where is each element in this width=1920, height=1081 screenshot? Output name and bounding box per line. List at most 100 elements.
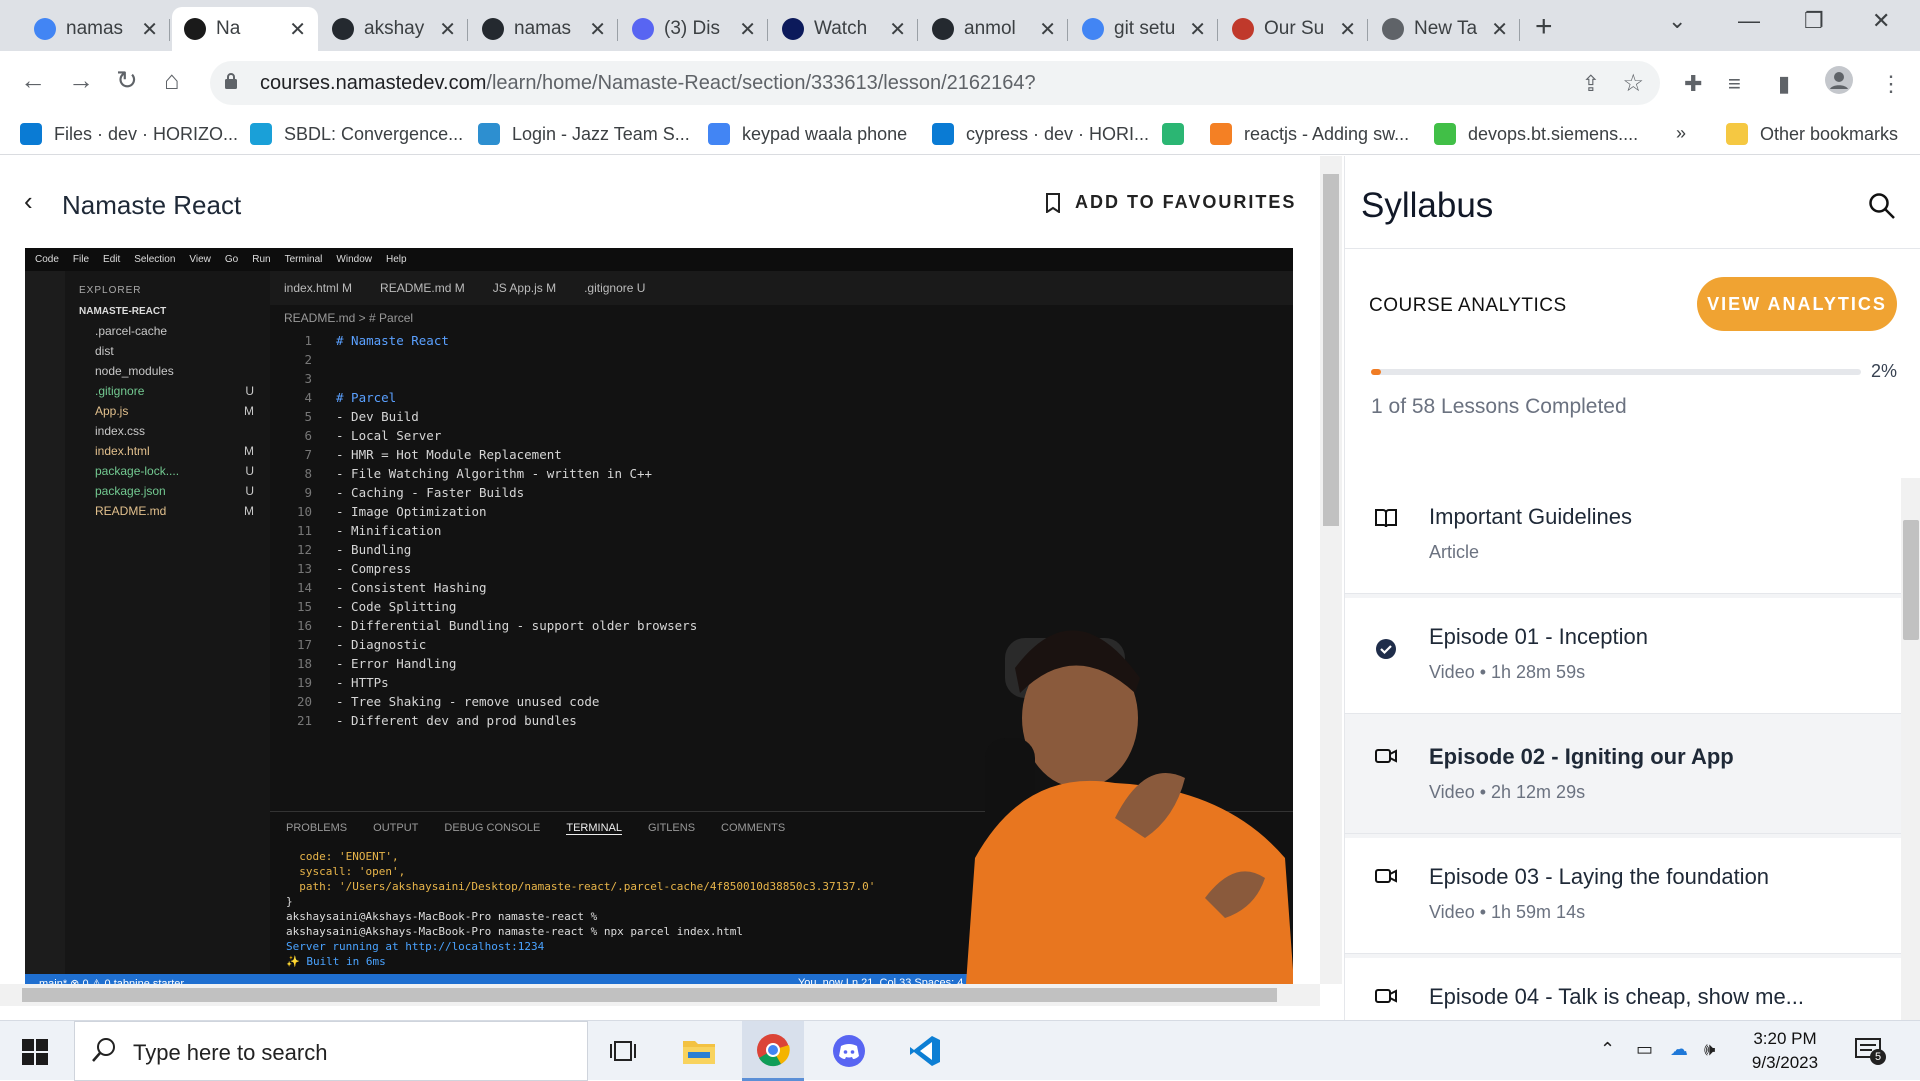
new-tab-button[interactable]: + xyxy=(1535,10,1553,44)
close-tab-icon[interactable]: ✕ xyxy=(1339,17,1356,42)
scrollbar-thumb[interactable] xyxy=(1323,174,1339,526)
extensions-icon[interactable]: ✚ xyxy=(1684,71,1702,97)
bookmark-item[interactable]: Files · dev · HORIZO... xyxy=(20,123,238,145)
windows-start-icon[interactable] xyxy=(22,1039,48,1065)
lesson-item[interactable]: Important Guidelines Article xyxy=(1345,478,1901,594)
lesson-item[interactable]: Episode 04 - Talk is cheap, show me... xyxy=(1345,958,1901,1020)
explorer-file: node_modules xyxy=(65,361,270,381)
close-tab-icon[interactable]: ✕ xyxy=(1039,17,1056,42)
tab-label: Our Su xyxy=(1264,18,1325,39)
browser-tab[interactable]: New Ta ✕ xyxy=(1370,7,1520,51)
chrome-menu-icon[interactable]: ⋮ xyxy=(1880,71,1902,97)
chevron-left-icon[interactable]: ‹ xyxy=(24,186,33,217)
bookmark-item[interactable]: Other bookmarks xyxy=(1726,123,1898,145)
code-line: 8 - File Watching Algorithm - written in … xyxy=(270,464,697,483)
back-icon[interactable]: ← xyxy=(20,65,46,96)
forward-icon[interactable]: → xyxy=(68,65,94,96)
bookmark-item[interactable]: keypad waala phone xyxy=(708,123,907,145)
lesson-item[interactable]: Episode 01 - Inception Video • 1h 28m 59s xyxy=(1345,598,1901,714)
browser-tab[interactable]: akshay ✕ xyxy=(320,7,468,51)
video-player[interactable]: Code File Edit Selection View Go Run Terminal Wi… xyxy=(25,248,1293,992)
view-analytics-button[interactable]: VIEW ANALYTICS xyxy=(1697,277,1897,331)
bookmark-item[interactable]: cypress · dev · HORI... xyxy=(932,123,1149,145)
file-explorer-icon[interactable] xyxy=(668,1021,730,1081)
line-number: 12 xyxy=(296,542,312,557)
course-title[interactable]: Namaste React xyxy=(62,190,241,221)
vscode-taskbar-icon[interactable] xyxy=(894,1021,956,1081)
bookmark-item[interactable] xyxy=(1162,123,1196,145)
close-tab-icon[interactable]: ✕ xyxy=(589,17,606,42)
code-line: 6 - Local Server xyxy=(270,426,697,445)
profile-avatar-icon[interactable] xyxy=(1824,65,1854,101)
close-tab-icon[interactable]: ✕ xyxy=(439,17,456,42)
code-line: 11 - Minification xyxy=(270,521,697,540)
bookmark-item[interactable]: devops.bt.siemens.... xyxy=(1434,123,1638,145)
progress-bar xyxy=(1371,369,1861,375)
taskbar-search-box[interactable]: Type here to search xyxy=(74,1021,588,1081)
media-control-icon[interactable]: ≡ xyxy=(1728,71,1741,97)
code-text: - Compress xyxy=(336,561,412,576)
bookmark-item[interactable]: SBDL: Convergence... xyxy=(250,123,463,145)
tray-chevron-icon[interactable]: ⌃ xyxy=(1600,1039,1615,1060)
minimize-icon[interactable]: — xyxy=(1738,8,1760,34)
presenter-image xyxy=(965,630,1293,992)
bookmark-item[interactable]: reactjs - Adding sw... xyxy=(1210,123,1409,145)
tab-search-icon[interactable]: ⌄ xyxy=(1668,8,1686,34)
lesson-list: Important Guidelines Article Episode 01 - … xyxy=(1345,478,1901,1020)
close-tab-icon[interactable]: ✕ xyxy=(289,17,306,42)
reload-icon[interactable]: ↻ xyxy=(116,65,138,96)
tab-label: Na xyxy=(216,18,241,39)
bookmark-label: devops.bt.siemens.... xyxy=(1468,123,1639,144)
onedrive-icon[interactable]: ☁ xyxy=(1670,1039,1688,1060)
share-icon[interactable]: ⇪ xyxy=(1582,71,1600,97)
tab-label: New Ta xyxy=(1414,18,1478,39)
close-tab-icon[interactable]: ✕ xyxy=(1189,17,1206,42)
battery-icon[interactable]: ▭ xyxy=(1636,1039,1653,1060)
namaste-icon xyxy=(184,18,206,40)
s-circle-icon xyxy=(1162,123,1184,145)
tab-label: git setu xyxy=(1114,18,1176,39)
scrollbar-thumb[interactable] xyxy=(1903,520,1919,640)
lesson-meta: Video • 1h 59m 14s xyxy=(1429,902,1586,922)
browser-tab[interactable]: Na ✕ xyxy=(172,7,318,51)
scrollbar-thumb[interactable] xyxy=(22,988,1277,1002)
volume-icon[interactable]: 🕪 xyxy=(1704,1039,1715,1060)
page-horizontal-scrollbar[interactable] xyxy=(0,984,1320,1006)
browser-tab[interactable]: namas ✕ xyxy=(470,7,618,51)
task-view-icon[interactable] xyxy=(592,1021,654,1081)
close-tab-icon[interactable]: ✕ xyxy=(739,17,756,42)
lesson-item[interactable]: Episode 03 - Laying the foundation Video … xyxy=(1345,838,1901,954)
browser-tab[interactable]: namas ✕ xyxy=(22,7,170,51)
taskbar-clock[interactable]: 3:20 PM 9/3/2023 xyxy=(1730,1027,1840,1075)
close-window-icon[interactable]: ✕ xyxy=(1872,8,1890,34)
restore-icon[interactable]: ❐ xyxy=(1804,8,1824,34)
page-vertical-scrollbar[interactable] xyxy=(1320,156,1342,984)
browser-tab[interactable]: Our Su ✕ xyxy=(1220,7,1368,51)
browser-tab[interactable]: Watch ✕ xyxy=(770,7,918,51)
bookmark-item[interactable]: Login - Jazz Team S... xyxy=(478,123,690,145)
close-tab-icon[interactable]: ✕ xyxy=(141,17,158,42)
line-number: 13 xyxy=(296,561,312,576)
browser-tab[interactable]: (3) Dis ✕ xyxy=(620,7,768,51)
side-panel-icon[interactable]: ▮ xyxy=(1778,71,1790,97)
add-to-favourites-button[interactable]: ADD TO FAVOURITES xyxy=(1045,192,1296,213)
notification-center-icon[interactable]: 5 xyxy=(1854,1035,1886,1065)
syllabus-scrollbar[interactable] xyxy=(1901,478,1920,1020)
discord-taskbar-icon[interactable] xyxy=(818,1021,880,1081)
close-tab-icon[interactable]: ✕ xyxy=(889,17,906,42)
address-bar[interactable]: courses.namastedev.com/learn/home/Namast… xyxy=(210,61,1660,105)
browser-tab[interactable]: git setu ✕ xyxy=(1070,7,1218,51)
globe-icon xyxy=(478,123,500,145)
bookmarks-overflow-icon[interactable]: » xyxy=(1676,123,1686,144)
search-icon[interactable] xyxy=(1868,192,1896,220)
file-status: U xyxy=(245,464,254,478)
close-tab-icon[interactable]: ✕ xyxy=(1491,17,1508,42)
search-icon xyxy=(92,1038,115,1062)
chrome-taskbar-icon[interactable] xyxy=(742,1021,804,1081)
home-icon[interactable]: ⌂ xyxy=(164,65,180,96)
lesson-title: Episode 01 - Inception xyxy=(1429,624,1648,649)
file-name: App.js xyxy=(95,404,129,418)
lesson-item[interactable]: Episode 02 - Igniting our App Video • 2h … xyxy=(1345,718,1901,834)
star-bookmark-icon[interactable]: ☆ xyxy=(1622,69,1644,98)
browser-tab[interactable]: anmol ✕ xyxy=(920,7,1068,51)
